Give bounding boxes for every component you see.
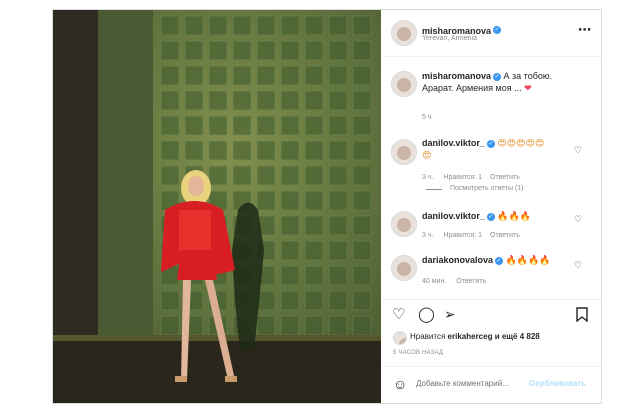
post-header: misharomanova ✓ Yerevan, Armenia ⋯: [382, 10, 601, 57]
bookmark-icon[interactable]: [576, 307, 588, 325]
comment-time: 3 ч.: [422, 174, 434, 181]
comment-heart-icon[interactable]: ♡: [574, 214, 582, 225]
publish-button[interactable]: Опубликовать: [529, 379, 586, 388]
post-location[interactable]: Yerevan, Armenia: [422, 35, 477, 42]
comment-icon[interactable]: ◯: [418, 307, 435, 322]
likes-prefix: Нравится: [410, 332, 446, 341]
photo-scene: [53, 10, 381, 403]
commenter-username[interactable]: danilov.viktor_: [422, 211, 485, 221]
caption-username[interactable]: misharomanova: [422, 71, 491, 81]
caption-text-2: Арарат. Армения моя ...: [422, 83, 522, 93]
verified-icon: ✓: [493, 72, 502, 81]
share-icon[interactable]: ➢: [444, 307, 456, 322]
caption-avatar[interactable]: [391, 71, 417, 97]
commenter-username[interactable]: danilov.viktor_: [422, 138, 485, 148]
post-age: 5 ЧАСОВ НАЗАД: [393, 350, 444, 356]
comment-text: 🔥🔥🔥: [497, 211, 531, 221]
commenter-avatar[interactable]: [391, 139, 417, 165]
view-replies-label[interactable]: Посмотреть ответы (1): [450, 185, 524, 192]
divider: [382, 299, 601, 300]
comment-text: 🔥🔥🔥🔥: [505, 255, 551, 265]
verified-icon: ✓: [493, 25, 502, 34]
comment-text-2: 😍: [422, 150, 432, 160]
comment-likes[interactable]: Нравится: 1: [443, 232, 482, 239]
comment-input[interactable]: [416, 376, 526, 390]
heart-icon[interactable]: ♡: [392, 307, 405, 322]
post-panel: misharomanova ✓ Yerevan, Armenia ⋯ mishar…: [382, 10, 601, 403]
verified-icon: ✓: [495, 256, 504, 265]
commenter-avatar[interactable]: [391, 211, 417, 237]
post-photo[interactable]: [53, 10, 381, 403]
comment-heart-icon[interactable]: ♡: [574, 145, 582, 156]
commenter-username[interactable]: dariakonovalova: [422, 255, 493, 265]
commenter-avatar[interactable]: [391, 255, 417, 281]
verified-icon: ✓: [486, 139, 495, 148]
comment-time: 40 мин.: [422, 278, 447, 285]
emoji-icon[interactable]: ☺: [393, 376, 407, 392]
divider: [382, 366, 601, 367]
more-icon[interactable]: ⋯: [578, 22, 591, 38]
caption-text-1: А за тобою.: [503, 71, 553, 81]
comment-likes[interactable]: Нравится: 1: [443, 174, 482, 181]
comment-heart-icon[interactable]: ♡: [574, 260, 582, 271]
verified-icon: ✓: [486, 212, 495, 221]
reply-button[interactable]: Ответить: [490, 232, 520, 239]
liker-username[interactable]: erikaherceg: [448, 332, 493, 341]
comment-time: 3 ч.: [422, 232, 434, 239]
red-heart-emoji: ❤: [521, 83, 532, 93]
liker-avatar[interactable]: [393, 331, 407, 345]
caption-time: 5 ч: [422, 114, 432, 121]
comment-text: 😍😍😍😍😍: [497, 138, 545, 148]
post-card: misharomanova ✓ Yerevan, Armenia ⋯ mishar…: [52, 9, 602, 404]
author-avatar[interactable]: [391, 20, 417, 46]
reply-button[interactable]: Ответить: [490, 174, 520, 181]
reply-button[interactable]: Ответить: [456, 278, 486, 285]
likes-count[interactable]: и ещё 4 828: [495, 332, 540, 341]
